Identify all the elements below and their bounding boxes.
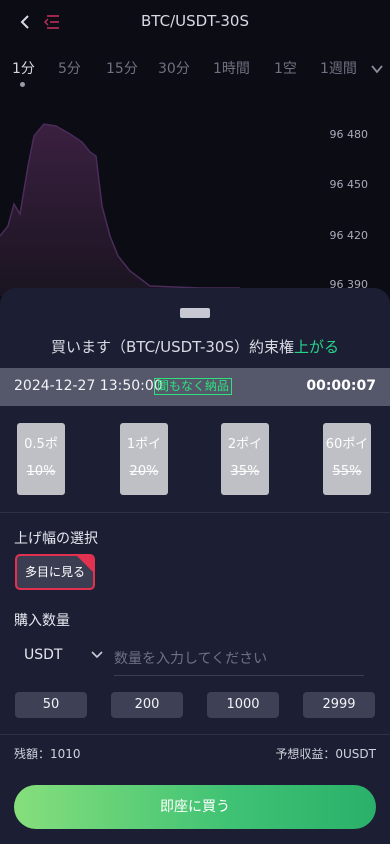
tab-1d[interactable]: 1空 <box>274 58 297 78</box>
order-title-main: 買います（BTC/USDT-30S）約束権 <box>51 338 294 356</box>
period-rate: 35% <box>230 464 260 479</box>
price-tick: 96 450 <box>329 178 369 191</box>
quick-amount-button[interactable]: 50 <box>15 692 87 718</box>
price-area <box>0 124 240 296</box>
page-title: BTC/USDT-30S <box>141 12 249 30</box>
status-badge: 間もなく納品 <box>154 378 233 395</box>
period-option-2[interactable]: 2ポイ 35% <box>221 423 269 495</box>
tab-15m[interactable]: 15分 <box>106 58 138 78</box>
countdown-timer: 00:00:07 <box>306 378 376 394</box>
price-tick: 96 480 <box>329 128 369 141</box>
period-rate: 55% <box>332 464 362 479</box>
divider <box>0 734 390 735</box>
timeframe-tabs: 1分 5分 15分 30分 1時間 1空 1週間 <box>0 56 390 90</box>
period-option-1[interactable]: 1ポイ 20% <box>120 423 168 495</box>
delivery-info-bar: 2024-12-27 13:50:00 間もなく納品 00:00:07 <box>0 368 390 406</box>
divider <box>0 512 390 513</box>
selected-corner-icon <box>77 556 93 572</box>
period-label: 1ポイ <box>126 437 162 452</box>
price-chart: 96 480 96 450 96 420 96 390 <box>0 96 390 296</box>
period-option-0[interactable]: 0.5ポ 10% <box>17 423 65 495</box>
price-chart-svg <box>0 123 240 296</box>
quick-amount-button[interactable]: 1000 <box>207 692 279 718</box>
header-bar: BTC/USDT-30S <box>0 0 390 44</box>
price-tick: 96 420 <box>329 229 369 242</box>
range-label: 上げ幅の選択 <box>14 531 98 547</box>
quantity-label: 購入数量 <box>14 613 70 629</box>
quantity-input[interactable] <box>114 642 364 676</box>
order-sheet: 買います（BTC/USDT-30S）約束権上がる 2024-12-27 13:5… <box>0 288 390 844</box>
buy-now-button[interactable]: 即座に買う <box>14 785 376 829</box>
active-tab-indicator <box>20 82 25 87</box>
quick-amount-button[interactable]: 200 <box>111 692 183 718</box>
tab-30m[interactable]: 30分 <box>158 58 190 78</box>
period-label: 60ポイ <box>325 437 369 452</box>
chevron-down-icon[interactable] <box>90 650 104 660</box>
sheet-handle[interactable] <box>180 308 210 318</box>
period-rate: 10% <box>26 464 56 479</box>
tab-1w[interactable]: 1週間 <box>320 58 357 78</box>
chevron-down-icon[interactable] <box>370 62 384 76</box>
expected-profit-text: 予想収益：0USDT <box>275 747 376 761</box>
direction-up-label: 上がる <box>293 338 339 356</box>
range-select-button[interactable]: 多目に見る <box>15 554 95 590</box>
balance-text: 残額：1010 <box>14 747 81 761</box>
tab-1m[interactable]: 1分 <box>12 58 35 78</box>
range-select-label: 多目に見る <box>24 565 85 579</box>
currency-select[interactable]: USDT <box>24 647 62 663</box>
tab-5m[interactable]: 5分 <box>58 58 81 78</box>
period-label: 0.5ポ <box>24 437 58 452</box>
delivery-datetime: 2024-12-27 13:50:00 <box>14 378 163 394</box>
period-option-3[interactable]: 60ポイ 55% <box>323 423 371 495</box>
quick-amount-button[interactable]: 2999 <box>303 692 375 718</box>
period-rate: 20% <box>129 464 159 479</box>
tab-1h[interactable]: 1時間 <box>213 58 250 78</box>
order-title: 買います（BTC/USDT-30S）約束権上がる <box>0 336 390 357</box>
period-label: 2ポイ <box>227 437 263 452</box>
